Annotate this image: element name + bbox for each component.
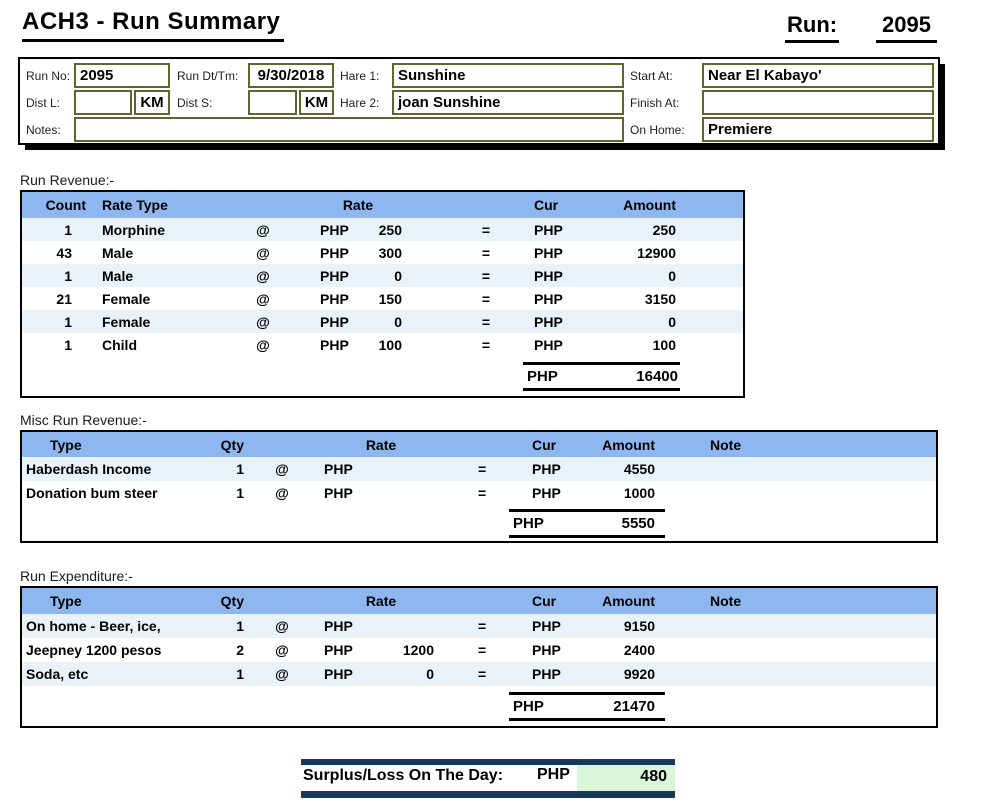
equals-symbol: =: [481, 336, 490, 353]
exp-header-type: Type: [22, 593, 214, 609]
misc-header-qty: Qty: [214, 436, 260, 453]
expenditure-row: On home - Beer, ice, 1 @ PHP = PHP 9150: [22, 614, 936, 638]
dist-l-label: Dist L:: [26, 96, 61, 110]
exp-header-amount: Amount: [584, 593, 674, 609]
notes-label: Notes:: [26, 123, 61, 137]
at-symbol: @: [275, 461, 289, 477]
revenue-row: 43 Male @ PHP 300 = PHP 12900: [56, 244, 676, 261]
surplus-cur: PHP: [537, 766, 570, 783]
revenue-total-amount: 16400: [636, 368, 678, 385]
exp-header-qty: Qty: [214, 593, 260, 609]
run-dt-field[interactable]: 9/30/2018: [248, 63, 334, 88]
hare2-label: Hare 2:: [340, 96, 380, 110]
dist-s-field[interactable]: [248, 90, 297, 115]
revenue-row: 1 Morphine @ PHP 250 = PHP 250: [22, 218, 743, 241]
run-dt-label: Run Dt/Tm:: [177, 69, 239, 83]
misc-header-cur: Cur: [516, 436, 584, 453]
revenue-row: 1 Child @ PHP 100 = PHP 100: [64, 336, 676, 353]
revenue-header-count: Count: [22, 197, 94, 213]
misc-revenue-row: Donation bum steer 1 @ PHP = PHP 1000: [26, 485, 655, 501]
hare1-field[interactable]: Sunshine: [392, 63, 624, 88]
exp-total-amount: 21470: [613, 698, 655, 715]
at-symbol: @: [256, 267, 270, 284]
start-at-label: Start At:: [630, 69, 673, 83]
at-symbol: @: [256, 244, 270, 261]
misc-revenue-row: Haberdash Income 1 @ PHP = PHP 4550: [22, 457, 936, 481]
equals-symbol: =: [481, 267, 490, 284]
on-home-field[interactable]: Premiere: [702, 117, 934, 142]
at-symbol: @: [275, 666, 289, 682]
equals-symbol: =: [481, 313, 490, 330]
misc-header-rate: Rate: [304, 436, 458, 453]
summary-bottom-bar: [301, 791, 675, 798]
equals-symbol: =: [481, 244, 490, 261]
expenditure-total: PHP 21470: [509, 692, 665, 721]
finish-at-label: Finish At:: [630, 96, 680, 110]
page-title: ACH3 - Run Summary: [22, 8, 285, 42]
revenue-header-amount: Amount: [574, 197, 680, 213]
misc-revenue-total: PHP 5550: [509, 509, 665, 538]
revenue-row: 1 Female @ PHP 0 = PHP 0: [22, 310, 743, 333]
revenue-table: Count Rate Type Rate Cur Amount 1 Morphin…: [20, 190, 745, 398]
revenue-section-label: Run Revenue:-: [20, 172, 115, 188]
notes-field[interactable]: [74, 117, 624, 142]
surplus-amount: 480: [577, 765, 675, 791]
start-at-field[interactable]: Near El Kabayo': [702, 63, 934, 88]
exp-total-cur: PHP: [513, 698, 544, 715]
at-symbol: @: [256, 336, 270, 353]
exp-header-note: Note: [674, 593, 804, 609]
misc-revenue-section-label: Misc Run Revenue:-: [20, 412, 147, 428]
misc-header-note: Note: [674, 436, 804, 453]
dist-l-field[interactable]: [74, 90, 132, 115]
misc-total-cur: PHP: [513, 515, 544, 532]
hare1-label: Hare 1:: [340, 69, 380, 83]
revenue-header-row: Count Rate Type Rate Cur Amount: [22, 192, 743, 218]
revenue-header-rate: Rate: [292, 197, 424, 213]
misc-revenue-table: Type Qty Rate Cur Amount Note Haberdash …: [20, 430, 938, 543]
misc-header-type: Type: [22, 436, 214, 453]
dist-s-unit: KM: [299, 90, 334, 115]
at-symbol: @: [256, 221, 270, 238]
misc-revenue-header-row: Type Qty Rate Cur Amount Note: [22, 432, 936, 457]
equals-symbol: =: [478, 485, 487, 501]
equals-symbol: =: [481, 290, 490, 307]
revenue-total-cur: PHP: [527, 368, 558, 385]
equals-symbol: =: [478, 618, 487, 634]
misc-header-amount: Amount: [584, 436, 674, 453]
exp-header-rate: Rate: [304, 593, 458, 609]
revenue-header-rate-type: Rate Type: [94, 197, 234, 213]
run-number-value: 2095: [876, 12, 937, 43]
equals-symbol: =: [478, 461, 487, 477]
at-symbol: @: [275, 642, 289, 658]
exp-header-cur: Cur: [516, 593, 584, 609]
at-symbol: @: [275, 618, 289, 634]
expenditure-table: Type Qty Rate Cur Amount Note On home - …: [20, 586, 938, 728]
at-symbol: @: [256, 290, 270, 307]
run-details-panel: Run No: 2095 Run Dt/Tm: 9/30/2018 Hare 1…: [18, 57, 940, 145]
revenue-row: 21 Female @ PHP 150 = PHP 3150: [56, 290, 676, 307]
surplus-summary: Surplus/Loss On The Day: PHP 480: [301, 759, 677, 799]
expenditure-section-label: Run Expenditure:-: [20, 568, 133, 584]
at-symbol: @: [256, 313, 270, 330]
run-no-label: Run No:: [26, 69, 71, 83]
revenue-total: PHP 16400: [523, 362, 680, 391]
equals-symbol: =: [478, 642, 487, 658]
on-home-label: On Home:: [630, 123, 685, 137]
misc-total-amount: 5550: [621, 515, 655, 532]
finish-at-field[interactable]: [702, 90, 934, 115]
expenditure-header-row: Type Qty Rate Cur Amount Note: [22, 588, 936, 614]
equals-symbol: =: [481, 221, 490, 238]
equals-symbol: =: [478, 666, 487, 682]
expenditure-row: Jeepney 1200 pesos 2 @ PHP 1200 = PHP 2400: [26, 642, 655, 658]
dist-s-label: Dist S:: [177, 96, 213, 110]
revenue-row: 1 Male @ PHP 0 = PHP 0: [22, 264, 743, 287]
expenditure-row: Soda, etc 1 @ PHP 0 = PHP 9920: [22, 662, 936, 686]
hare2-field[interactable]: joan Sunshine: [392, 90, 624, 115]
surplus-label: Surplus/Loss On The Day:: [303, 767, 504, 784]
dist-l-unit: KM: [134, 90, 170, 115]
at-symbol: @: [275, 485, 289, 501]
run-no-field[interactable]: 2095: [74, 63, 170, 88]
run-number-label: Run:: [785, 12, 840, 43]
revenue-header-cur: Cur: [502, 197, 574, 213]
